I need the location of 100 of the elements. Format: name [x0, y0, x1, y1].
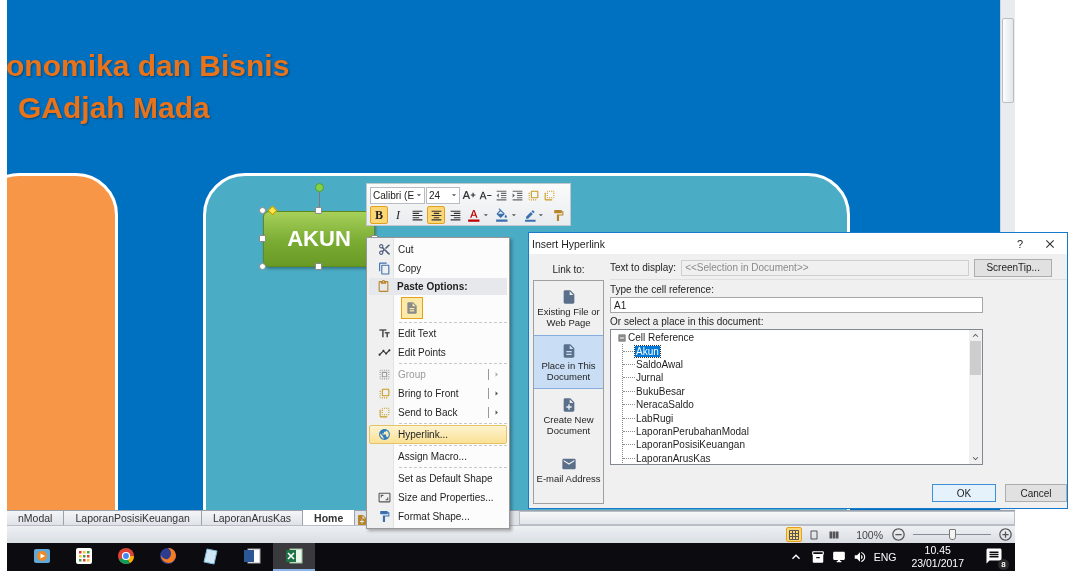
layers-icon — [377, 406, 391, 419]
grid-icon — [75, 547, 93, 565]
sheet-tab[interactable]: Home — [303, 510, 356, 525]
menu-item[interactable]: Edit Points — [369, 343, 507, 362]
slider-thumb[interactable] — [948, 529, 956, 540]
scrollbar-thumb[interactable] — [1002, 18, 1014, 103]
tree-item[interactable]: LaporanPosisiKeuangan — [635, 439, 746, 451]
screentip-button[interactable]: ScreenTip... — [974, 258, 1053, 277]
selection-handle[interactable] — [315, 263, 322, 270]
field-label: Text to display: — [610, 262, 677, 273]
menu-item[interactable]: Edit Text — [369, 324, 507, 343]
speaker-icon[interactable] — [852, 550, 867, 564]
language-indicator[interactable]: ENG — [873, 551, 897, 563]
layers-icon — [543, 188, 556, 202]
bold-button[interactable]: B — [370, 206, 388, 224]
selection-handle[interactable] — [259, 235, 266, 242]
list-scrollbar[interactable] — [969, 330, 982, 464]
scrollbar-thumb[interactable] — [970, 341, 981, 375]
sheet-tab[interactable]: LaporanPosisiKeuangan — [64, 511, 202, 525]
dialog-button[interactable]: Cancel — [1005, 484, 1067, 502]
align-left-icon — [410, 208, 424, 222]
round-logo-icon — [159, 547, 177, 565]
tree-item[interactable]: Akun — [635, 345, 660, 357]
play-icon — [33, 547, 51, 565]
tree-item[interactable]: LaporanArusKas — [635, 452, 712, 464]
slide-title: onomika dan Bisnis — [7, 48, 290, 84]
tree-item[interactable]: LabRugi — [635, 412, 675, 424]
notification-count: 8 — [998, 559, 1009, 570]
copy-icon — [377, 262, 391, 275]
zoom-out-icon[interactable] — [891, 527, 906, 542]
paintbrush-icon — [551, 208, 565, 222]
link-option[interactable]: Existing File or Web Page — [534, 281, 603, 335]
menu-item[interactable]: Hyperlink... — [369, 425, 507, 444]
zoom-in-icon[interactable] — [998, 527, 1013, 542]
menu-item[interactable]: Bring to Front — [369, 384, 507, 403]
tree-item[interactable]: BukuBesar — [635, 385, 686, 397]
tree-item[interactable]: SaldoAwal — [635, 358, 685, 370]
selection-handle[interactable] — [315, 207, 322, 214]
italic-button[interactable]: I — [389, 206, 407, 224]
menu-item[interactable]: Assign Macro... — [369, 447, 507, 466]
tree-item[interactable]: Cell Reference — [627, 332, 696, 344]
circle-logo-icon — [117, 547, 135, 565]
font-size-field[interactable]: 24 — [426, 186, 460, 204]
font-color-icon — [467, 208, 481, 222]
link-option[interactable]: Place in This Document — [534, 335, 603, 389]
envelope-icon — [560, 456, 577, 472]
grow-font-icon — [462, 188, 476, 202]
outdent-icon — [495, 188, 508, 202]
align-center-button[interactable] — [427, 206, 445, 224]
taskbar-app[interactable] — [273, 543, 315, 571]
link-option[interactable]: Create New Document — [534, 389, 603, 443]
menu-item[interactable]: Set as Default Shape — [369, 469, 507, 488]
layers-icon — [527, 188, 540, 202]
package-icon[interactable] — [810, 550, 825, 564]
adjust-handle[interactable] — [267, 205, 278, 216]
tree-item[interactable]: NeracaSaldo — [635, 399, 695, 411]
link-option[interactable]: E-mail Address — [534, 443, 603, 497]
help-button[interactable]: ? — [1007, 237, 1033, 250]
cell-reference-field[interactable]: A1 — [610, 297, 983, 313]
menu-item[interactable]: Send to Back — [369, 403, 507, 422]
document-icon — [405, 301, 419, 315]
font-name-field[interactable]: Calibri (E — [370, 186, 425, 204]
menu-item[interactable]: Format Shape... — [369, 507, 507, 526]
collapse-icon[interactable] — [617, 332, 627, 343]
rotation-handle[interactable] — [315, 183, 324, 192]
text-box-icon — [377, 327, 391, 340]
message-icon[interactable] — [985, 547, 1003, 565]
normal-view-button[interactable] — [786, 527, 803, 542]
polyline-icon — [377, 346, 391, 359]
paintbrush-icon — [377, 510, 391, 523]
tree-item[interactable]: LaporanPerubahanModal — [635, 425, 750, 437]
dialog-button[interactable]: OK — [932, 484, 996, 502]
clock-date[interactable]: 23/01/2017 — [911, 557, 964, 570]
field-label: Type the cell reference: — [610, 284, 715, 295]
slide-title: GAdjah Mada — [18, 90, 210, 126]
group-icon — [377, 368, 391, 381]
paint-bucket-icon — [495, 208, 509, 222]
sheet-tab[interactable]: LaporanArusKas — [201, 511, 304, 525]
field-label: Or select a place in this document: — [610, 316, 765, 327]
resize-icon — [377, 491, 391, 504]
monitor-icon[interactable] — [831, 550, 846, 564]
menu-item[interactable]: Size and Properties... — [369, 488, 507, 507]
page-icon — [808, 528, 821, 541]
align-right-icon — [448, 208, 462, 222]
layers-icon — [377, 387, 391, 400]
scissors-icon — [377, 243, 391, 256]
indent-icon — [511, 188, 524, 202]
selection-handle[interactable] — [259, 263, 266, 270]
align-center-icon — [429, 208, 443, 222]
selection-handle[interactable] — [259, 207, 266, 214]
tree-item[interactable]: Jurnal — [635, 372, 665, 384]
zoom-level: 100% — [856, 528, 883, 541]
horizontal-scrollbar[interactable] — [519, 511, 1015, 525]
paste-option-button[interactable] — [401, 297, 423, 319]
globe-icon — [377, 428, 391, 441]
menu-header-text: Paste Options: — [397, 281, 468, 292]
sheet-tab[interactable]: nModal — [7, 511, 65, 525]
grid-icon — [788, 528, 801, 541]
dialog-title: Insert Hyperlink — [532, 237, 606, 250]
clock-time[interactable]: 10.45 — [924, 544, 951, 557]
